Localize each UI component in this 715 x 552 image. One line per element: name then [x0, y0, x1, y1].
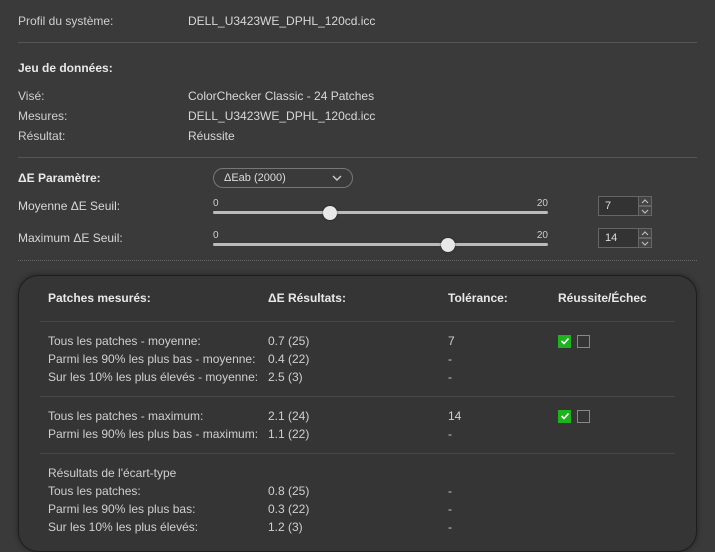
stepper-up-button[interactable]: [638, 228, 652, 238]
fail-checkbox[interactable]: [577, 335, 590, 348]
row-tol: -: [448, 427, 558, 441]
row-label: Sur les 10% les plus élevés - moyenne:: [48, 370, 268, 384]
target-value: ColorChecker Classic - 24 Patches: [188, 89, 374, 103]
de-param-label: ΔE Paramètre:: [18, 171, 213, 185]
result-value: Réussite: [188, 129, 235, 143]
stepper-down-button[interactable]: [638, 206, 652, 216]
row-de: 1.2 (3): [268, 520, 448, 534]
de-param-dropdown[interactable]: ΔEab (2000): [213, 168, 353, 188]
max-threshold-label: Maximum ΔE Seuil:: [18, 231, 213, 245]
row-de: 0.8 (25): [268, 484, 448, 498]
row-de: 1.1 (22): [268, 427, 448, 441]
slider-max: 20: [537, 198, 548, 209]
row-label: Parmi les 90% les plus bas - moyenne:: [48, 352, 268, 366]
measures-value: DELL_U3423WE_DPHL_120cd.icc: [188, 109, 375, 123]
row-label: Tous les patches:: [48, 484, 268, 498]
col-header-patches: Patches mesurés:: [48, 291, 268, 305]
row-de: 2.5 (3): [268, 370, 448, 384]
divider: [40, 396, 675, 397]
row-label: Parmi les 90% les plus bas:: [48, 502, 268, 516]
chevron-down-icon: [641, 209, 649, 214]
col-header-de: ΔE Résultats:: [268, 291, 448, 305]
row-de: 0.7 (25): [268, 334, 448, 348]
fail-checkbox[interactable]: [577, 410, 590, 423]
divider: [40, 321, 675, 322]
system-profile-value: DELL_U3423WE_DPHL_120cd.icc: [188, 14, 375, 28]
divider: [18, 42, 697, 43]
divider: [18, 260, 697, 261]
slider-min: 0: [213, 230, 219, 241]
row-de: 0.4 (22): [268, 352, 448, 366]
row-de: 2.1 (24): [268, 409, 448, 423]
slider-thumb[interactable]: [441, 238, 455, 252]
system-profile-label: Profil du système:: [18, 14, 188, 28]
stepper-up-button[interactable]: [638, 196, 652, 206]
stddev-heading: Résultats de l'écart-type: [48, 466, 268, 480]
pass-checkbox[interactable]: [558, 335, 571, 348]
de-param-selected: ΔEab (2000): [224, 172, 286, 184]
stepper-down-button[interactable]: [638, 238, 652, 248]
slider-min: 0: [213, 198, 219, 209]
check-icon: [560, 411, 570, 421]
slider-max: 20: [537, 230, 548, 241]
results-panel: Patches mesurés: ΔE Résultats: Tolérance…: [18, 275, 697, 552]
pass-checkbox[interactable]: [558, 410, 571, 423]
row-tol: -: [448, 502, 558, 516]
group-stddev: Résultats de l'écart-type Tous les patch…: [18, 462, 697, 538]
row-tol: -: [448, 352, 558, 366]
check-icon: [560, 336, 570, 346]
chevron-down-icon: [641, 241, 649, 246]
col-header-tol: Tolérance:: [448, 291, 558, 305]
divider: [40, 453, 675, 454]
max-threshold-field[interactable]: [598, 228, 652, 248]
avg-threshold-label: Moyenne ΔE Seuil:: [18, 199, 213, 213]
row-label: Parmi les 90% les plus bas - maximum:: [48, 427, 268, 441]
group-maximum: Tous les patches - maximum: 2.1 (24) 14 …: [18, 405, 697, 445]
chevron-down-icon: [332, 173, 342, 183]
row-label: Tous les patches - maximum:: [48, 409, 268, 423]
row-tol: -: [448, 484, 558, 498]
target-label: Visé:: [18, 89, 188, 103]
divider: [18, 157, 697, 158]
avg-threshold-field[interactable]: [598, 196, 652, 216]
avg-threshold-input[interactable]: [598, 196, 638, 216]
row-tol: -: [448, 520, 558, 534]
row-tol: 7: [448, 334, 558, 348]
max-threshold-slider[interactable]: 0 20: [213, 230, 548, 246]
chevron-up-icon: [641, 231, 649, 236]
chevron-up-icon: [641, 199, 649, 204]
row-tol: -: [448, 370, 558, 384]
row-label: Tous les patches - moyenne:: [48, 334, 268, 348]
result-label: Résultat:: [18, 129, 188, 143]
col-header-passfail: Réussite/Échec: [558, 291, 667, 305]
row-label: Sur les 10% les plus élevés:: [48, 520, 268, 534]
row-de: 0.3 (22): [268, 502, 448, 516]
slider-thumb[interactable]: [323, 206, 337, 220]
row-tol: 14: [448, 409, 558, 423]
group-average: Tous les patches - moyenne: 0.7 (25) 7 P…: [18, 330, 697, 388]
dataset-heading: Jeu de données:: [18, 61, 113, 75]
measures-label: Mesures:: [18, 109, 188, 123]
max-threshold-input[interactable]: [598, 228, 638, 248]
avg-threshold-slider[interactable]: 0 20: [213, 198, 548, 214]
